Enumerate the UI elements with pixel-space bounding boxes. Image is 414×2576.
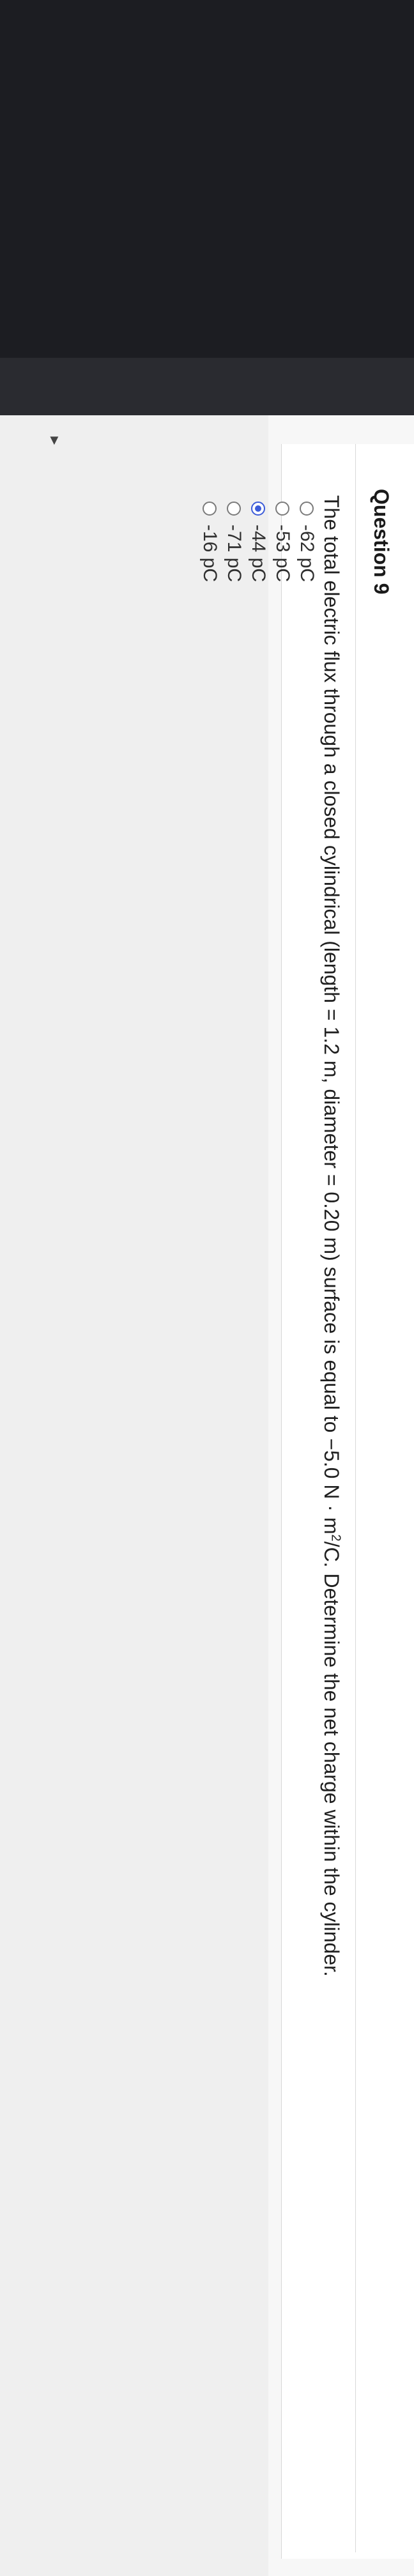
- option-label: -44 pC: [248, 525, 269, 583]
- radio-button-icon[interactable]: [203, 502, 217, 516]
- question-panel: Question 9 The total electric flux throu…: [199, 444, 414, 2559]
- option-label: -62 pC: [296, 525, 318, 583]
- question-content: Question 9 The total electric flux throu…: [199, 444, 414, 2552]
- triangle-down-icon[interactable]: ▼: [47, 433, 61, 447]
- answer-option-5[interactable]: -16 pC: [197, 502, 222, 582]
- answer-option-3[interactable]: -44 pC: [246, 502, 270, 582]
- option-label: -71 pC: [224, 525, 245, 583]
- question-text-sup: 2: [328, 1534, 343, 1542]
- answer-option-1[interactable]: -62 pC: [295, 502, 319, 582]
- answer-options: -62 pC -53 pC -44 pC -71 pC -16 pC: [197, 502, 319, 582]
- answer-option-2[interactable]: -53 pC: [270, 502, 295, 582]
- option-label: -16 pC: [199, 525, 220, 583]
- question-text-main: The total electric flux through a closed…: [320, 495, 343, 1535]
- screen-bezel: [0, 0, 414, 415]
- radio-button-selected-icon[interactable]: [251, 502, 265, 516]
- question-title: Question 9: [370, 489, 393, 595]
- radio-button-icon[interactable]: [275, 502, 289, 516]
- divider: [355, 444, 356, 2552]
- question-text: The total electric flux through a closed…: [319, 495, 343, 1977]
- left-strip: ▼: [0, 415, 268, 2576]
- option-label: -53 pC: [272, 525, 293, 583]
- question-text-end: /C. Determine the net charge within the …: [320, 1541, 343, 1977]
- answer-option-4[interactable]: -71 pC: [222, 502, 246, 582]
- quiz-page: ▼ Question 9 The total electric flux thr…: [0, 415, 414, 2576]
- radio-button-icon[interactable]: [300, 502, 314, 516]
- radio-button-icon[interactable]: [227, 502, 241, 516]
